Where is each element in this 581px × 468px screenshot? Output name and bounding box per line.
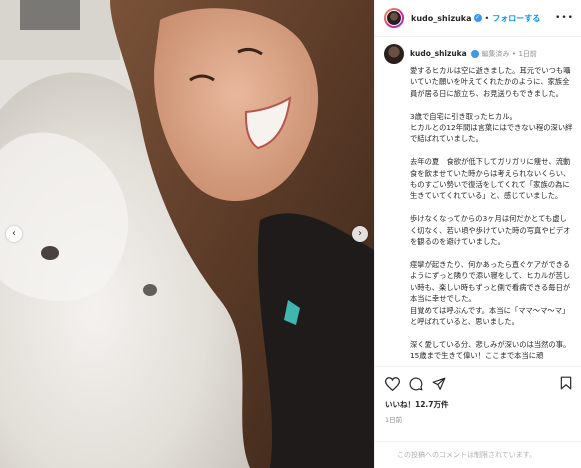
post-header: kudo_shizuka ✓ • フォローする ••• [375, 0, 581, 37]
caption-header: kudo_shizuka ✓ 編集済み • 1日前 [384, 44, 573, 64]
verified-badge-icon: ✓ [473, 14, 482, 22]
caption-verified-icon: ✓ [471, 50, 480, 58]
photo-illustration [0, 0, 374, 468]
header-separator: • [484, 13, 490, 23]
like-count[interactable]: いいね！12.7万件 [385, 399, 572, 410]
post-time: 1日前 [385, 416, 403, 424]
caption-avatar[interactable] [384, 44, 404, 64]
caption-text: 愛するヒカルは空に逝きました。耳元でいつも囁いていた願いを叶えてくれたかのように… [410, 66, 573, 361]
next-image-button[interactable]: › [352, 226, 368, 242]
caption-meta: kudo_shizuka ✓ 編集済み • 1日前 [410, 49, 537, 59]
profile-avatar[interactable] [384, 8, 404, 28]
more-options-button[interactable]: ••• [555, 13, 574, 23]
action-icons [385, 375, 572, 393]
caption-username[interactable]: kudo_shizuka [410, 49, 467, 58]
post-photo[interactable]: ‹ › [0, 0, 374, 468]
follow-button[interactable]: フォローする [492, 13, 540, 24]
post-side-panel: kudo_shizuka ✓ • フォローする ••• kudo_shizuka… [374, 0, 581, 468]
comment-icon[interactable] [409, 377, 423, 391]
bookmark-icon[interactable] [560, 376, 572, 390]
caption-separator: • [511, 50, 517, 58]
edited-label: 編集済み [481, 50, 510, 58]
header-username[interactable]: kudo_shizuka [411, 14, 472, 23]
caption-time: 1日前 [518, 50, 537, 58]
comments-restricted-notice: この投稿へのコメントは制限されています。 [375, 441, 581, 460]
previous-image-button[interactable]: ‹ [6, 226, 22, 242]
heart-icon[interactable] [385, 377, 400, 391]
share-icon[interactable] [432, 377, 446, 391]
caption-area: kudo_shizuka ✓ 編集済み • 1日前 愛するヒカルは空に逝きました… [375, 37, 581, 366]
